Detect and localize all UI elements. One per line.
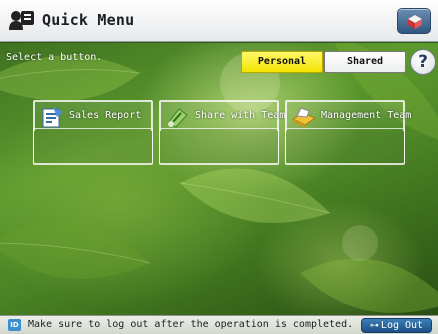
system-monitor-icon xyxy=(408,15,422,29)
instruction-text: Select a button. xyxy=(6,52,103,63)
header-bar: Quick Menu xyxy=(0,0,438,42)
id-badge: ID xyxy=(8,319,21,331)
wallpaper xyxy=(0,43,438,315)
management-team-button[interactable]: Management Team xyxy=(285,100,411,165)
personal-toggle[interactable]: Personal xyxy=(241,51,323,73)
menu-button-label: Management Team xyxy=(321,110,412,121)
log-out-button[interactable]: ⊶ Log Out xyxy=(361,318,432,333)
log-out-label: Log Out xyxy=(380,320,424,331)
page-title: Quick Menu xyxy=(42,11,135,29)
menu-button-label: Share with Team xyxy=(195,110,286,121)
quick-menu-icon xyxy=(9,11,34,30)
report-icon xyxy=(42,107,63,128)
sales-report-button[interactable]: Sales Report xyxy=(33,100,153,165)
leaf-background xyxy=(0,43,438,313)
system-monitor-button[interactable] xyxy=(397,8,431,34)
status-bar: ID Make sure to log out after the operat… xyxy=(0,315,438,334)
shared-toggle[interactable]: Shared xyxy=(324,51,406,73)
share-with-team-button[interactable]: Share with Team xyxy=(159,100,285,165)
printer-icon xyxy=(291,107,317,128)
key-icon: ⊶ xyxy=(369,321,379,331)
status-message: Make sure to log out after the operation… xyxy=(28,319,354,330)
help-button[interactable]: ? xyxy=(410,49,436,75)
menu-button-label: Sales Report xyxy=(69,110,142,121)
share-icon xyxy=(167,108,188,128)
